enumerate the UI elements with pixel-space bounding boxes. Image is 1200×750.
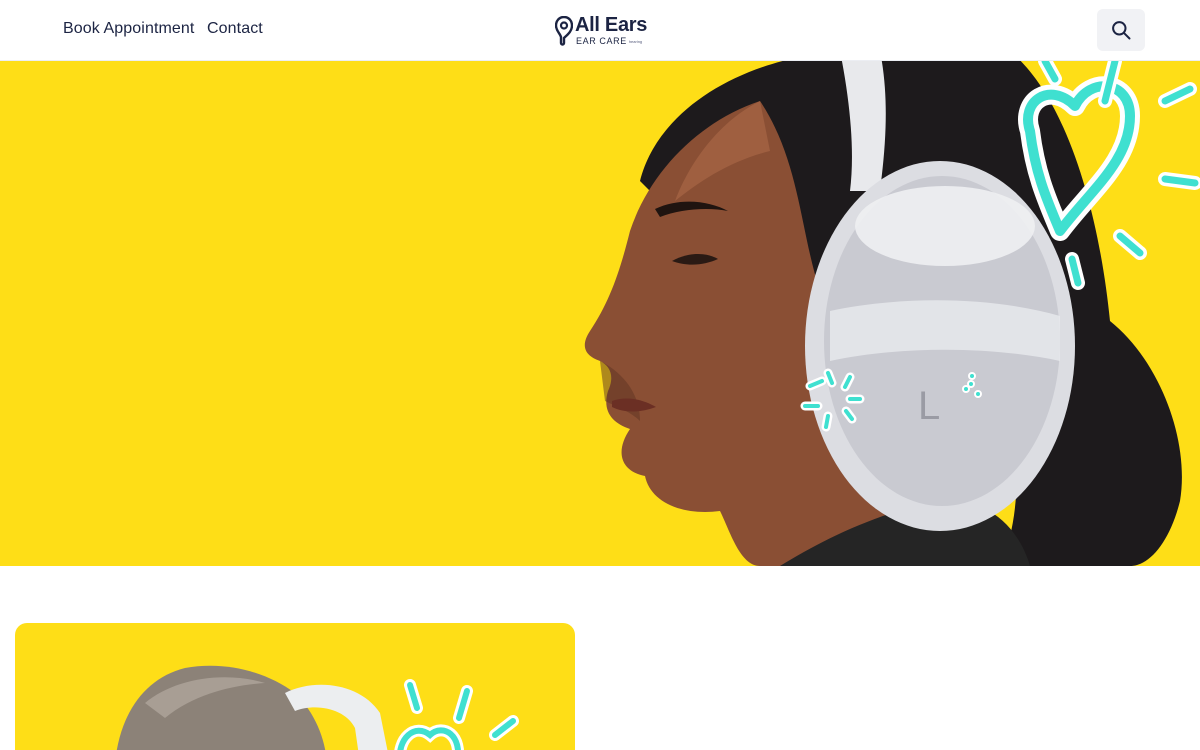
logo-tiny-text: hearing — [628, 39, 643, 45]
ear-pin-icon — [555, 16, 573, 46]
feature-card[interactable] — [15, 623, 575, 750]
card-image — [116, 665, 519, 750]
brand-logo[interactable]: All Ears EAR CARE hearing — [555, 14, 647, 48]
nav-contact[interactable]: Contact — [207, 20, 263, 38]
site-header: Book Appointment Contact All Ears EAR CA… — [0, 0, 1200, 61]
logo-tagline: EAR CARE hearing — [576, 36, 643, 46]
hero-image: L — [584, 61, 1200, 566]
logo-name: All Ears — [575, 14, 648, 36]
nav-book-appointment[interactable]: Book Appointment — [63, 20, 194, 38]
search-button[interactable] — [1097, 9, 1145, 51]
svg-text:L: L — [918, 384, 940, 428]
search-icon — [1112, 21, 1131, 40]
hero-banner: L — [0, 61, 1200, 566]
